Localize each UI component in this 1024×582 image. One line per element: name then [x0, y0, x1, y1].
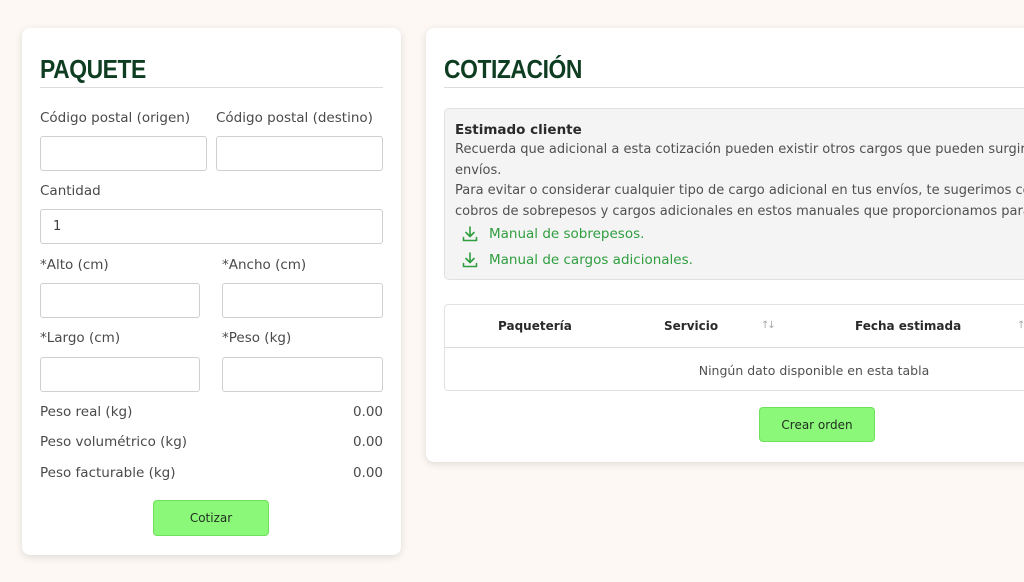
notice-line: envíos. — [455, 163, 502, 178]
download-icon — [462, 226, 478, 242]
table-header-row: Paquetería Servicio ↑↓ Fecha estimada ↑↓ — [445, 305, 1024, 348]
cotizar-button[interactable]: Cotizar — [153, 500, 269, 536]
peso-volumetrico-label: Peso volumétrico (kg) — [40, 434, 188, 450]
alto-label: *Alto (cm) — [40, 257, 109, 273]
ancho-input[interactable] — [222, 283, 383, 318]
quotes-table: Paquetería Servicio ↑↓ Fecha estimada ↑↓… — [444, 304, 1024, 391]
notice-line: Recuerda que adicional a esta cotización… — [455, 142, 1024, 157]
manual-cargos-adicionales-link[interactable]: Manual de cargos adicionales. — [461, 251, 693, 269]
peso-volumetrico-value: 0.00 — [352, 434, 383, 450]
peso-facturable-value: 0.00 — [352, 465, 383, 481]
largo-label: *Largo (cm) — [40, 330, 121, 346]
manual-sobrepesos-link[interactable]: Manual de sobrepesos. — [461, 225, 644, 243]
cantidad-input[interactable] — [40, 209, 383, 244]
cotizacion-title: COTIZACIÓN — [444, 54, 582, 84]
sort-arrows-icon[interactable]: ↑↓ — [1017, 320, 1024, 331]
alto-input[interactable] — [40, 283, 200, 318]
notice-box: Estimado cliente Recuerda que adicional … — [444, 108, 1024, 280]
peso-real-label: Peso real (kg) — [40, 404, 133, 420]
cp-origen-input[interactable] — [40, 136, 207, 171]
cotizacion-card: COTIZACIÓN Estimado cliente Recuerda que… — [426, 28, 1024, 462]
column-header-paqueteria[interactable]: Paquetería — [498, 319, 572, 333]
paquete-title: PAQUETE — [40, 54, 146, 84]
download-icon — [462, 252, 478, 268]
crear-orden-button[interactable]: Crear orden — [759, 407, 875, 442]
notice-line: Para evitar o considerar cualquier tipo … — [455, 183, 1024, 198]
notice-line: cobros de sobrepesos y cargos adicionale… — [455, 204, 1024, 219]
notice-heading: Estimado cliente — [455, 122, 582, 138]
table-empty-message: Ningún dato disponible en esta tabla — [698, 363, 930, 378]
paquete-divider — [40, 87, 383, 88]
paquete-card: PAQUETE Código postal (origen) Código po… — [22, 28, 401, 555]
ancho-label: *Ancho (cm) — [222, 257, 307, 273]
manual-cargos-adicionales-label: Manual de cargos adicionales. — [489, 252, 693, 268]
peso-facturable-label: Peso facturable (kg) — [40, 465, 176, 481]
sort-arrows-icon[interactable]: ↑↓ — [761, 320, 776, 331]
cp-destino-label: Código postal (destino) — [216, 110, 373, 126]
cp-destino-input[interactable] — [216, 136, 383, 171]
cantidad-label: Cantidad — [40, 183, 101, 199]
column-header-servicio[interactable]: Servicio — [664, 319, 718, 333]
column-header-fecha-estimada[interactable]: Fecha estimada — [855, 319, 961, 333]
peso-real-value: 0.00 — [352, 404, 383, 420]
cp-origen-label: Código postal (origen) — [40, 110, 191, 126]
peso-input[interactable] — [222, 357, 383, 392]
cotizacion-divider — [444, 87, 1024, 88]
largo-input[interactable] — [40, 357, 200, 392]
manual-sobrepesos-label: Manual de sobrepesos. — [489, 226, 645, 242]
peso-label: *Peso (kg) — [222, 330, 292, 346]
